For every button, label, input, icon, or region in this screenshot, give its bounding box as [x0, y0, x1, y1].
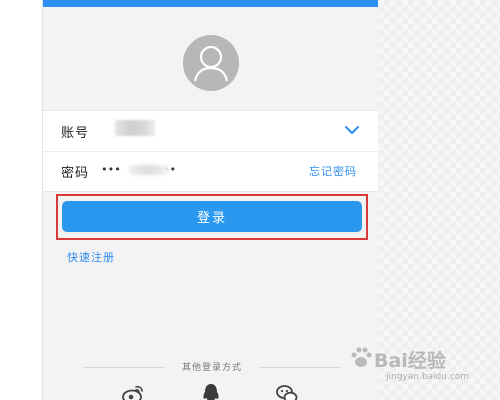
password-blur: [129, 165, 169, 175]
other-login-label: 其他登录方式: [181, 363, 242, 373]
password-mask: •••: [101, 163, 121, 176]
weibo-icon[interactable]: [121, 382, 145, 400]
left-margin: [0, 0, 42, 400]
quick-register-link[interactable]: 快速注册: [67, 249, 115, 265]
phone-screen: 账号 密码 ••• •• 忘记密码 登录 快速注册 其他登录方式: [42, 0, 379, 400]
password-row: 密码 ••• •• 忘记密码: [43, 151, 379, 191]
top-app-bar: [43, 0, 379, 7]
avatar: [183, 35, 239, 91]
chevron-down-icon[interactable]: [343, 123, 361, 137]
watermark: Bai经验 jingyan.baidu.com: [350, 340, 500, 400]
paw-logo-icon: [351, 347, 372, 367]
login-button[interactable]: 登录: [62, 201, 362, 232]
account-row: 账号: [43, 111, 379, 152]
other-login-divider: 其他登录方式: [43, 360, 379, 374]
qq-icon[interactable]: [199, 382, 223, 400]
wechat-icon[interactable]: [275, 382, 299, 400]
watermark-url: jingyan.baidu.com: [386, 372, 470, 382]
password-label: 密码: [61, 166, 90, 181]
account-label: 账号: [61, 126, 90, 141]
forgot-password-link[interactable]: 忘记密码: [309, 163, 357, 179]
divider-line-right: [259, 367, 341, 368]
account-input[interactable]: [115, 120, 155, 136]
watermark-brand: Bai经验: [374, 350, 446, 372]
divider-line-left: [83, 367, 165, 368]
user-avatar-icon: [183, 35, 239, 91]
login-form: 账号 密码 ••• •• 忘记密码: [43, 110, 379, 192]
